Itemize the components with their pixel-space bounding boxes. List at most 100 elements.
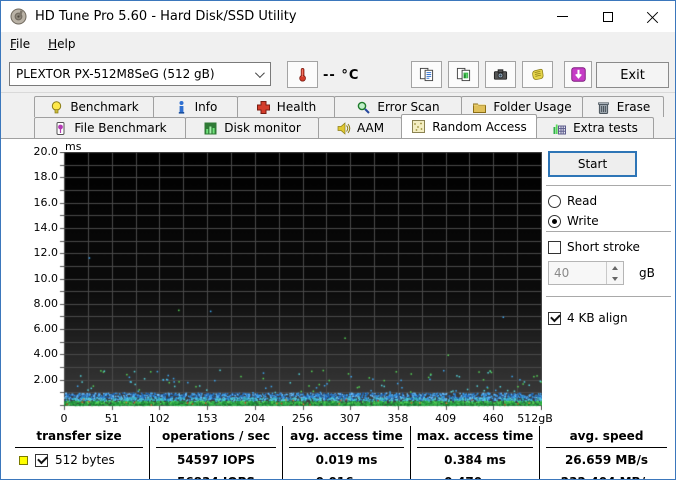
- short-stroke-size-spinner[interactable]: [548, 261, 624, 285]
- spinner-down-button[interactable]: [607, 273, 623, 284]
- tab-random-access[interactable]: Random Access: [401, 114, 537, 138]
- y-tick-label: 20.0: [24, 145, 58, 158]
- short-stroke-size-input[interactable]: [549, 262, 606, 284]
- menu-bar: File Help: [1, 32, 675, 56]
- header-underline: [546, 447, 667, 448]
- y-tick-label: 10.0: [24, 272, 58, 285]
- header-avg-speed: avg. speed: [540, 429, 673, 443]
- thermometer-icon: [295, 67, 310, 82]
- bar-chart-icon: [203, 121, 218, 136]
- tab-benchmark[interactable]: Benchmark: [34, 96, 154, 117]
- close-button[interactable]: [630, 1, 675, 32]
- random-access-panel: ms 20.018.016.014.012.010.08.006.004.002…: [1, 138, 676, 480]
- start-button[interactable]: Start: [548, 151, 637, 177]
- window-title: HD Tune Pro 5.60 - Hard Disk/SSD Utility: [35, 9, 297, 24]
- app-window: HD Tune Pro 5.60 - Hard Disk/SSD Utility…: [0, 0, 676, 480]
- test-controls-panel: Start Read Write Short stroke: [541, 139, 676, 439]
- arrow-up-icon: [612, 266, 618, 270]
- transfer-size-label: 512 bytes: [55, 453, 115, 467]
- short-stroke-option[interactable]: Short stroke: [548, 240, 640, 254]
- menu-help[interactable]: Help: [39, 34, 84, 54]
- write-radio[interactable]: [548, 215, 561, 228]
- header-avg-access: avg. access time: [283, 429, 410, 443]
- x-tick-label: 256: [280, 412, 326, 425]
- header-max-access: max. access time: [411, 429, 539, 443]
- menu-file[interactable]: File: [1, 34, 39, 54]
- max-access-value-row2: 0.470 ms: [411, 475, 539, 480]
- download-arrow-icon: [571, 67, 586, 82]
- tab-label: Extra tests: [573, 121, 638, 135]
- options-button[interactable]: [522, 61, 553, 88]
- title-bar: HD Tune Pro 5.60 - Hard Disk/SSD Utility: [1, 1, 675, 32]
- y-tick-label: 8.00: [24, 297, 58, 310]
- hand-pages-icon: [530, 67, 545, 82]
- toolbar: PLEXTOR PX-512M8SeG (512 gB) -- °C: [1, 56, 675, 93]
- results-table: transfer size 512 bytes operations / sec…: [1, 426, 676, 480]
- x-tick-label: 153: [184, 412, 230, 425]
- magnifier-icon: [356, 100, 371, 115]
- separator: [546, 185, 671, 186]
- x-tick-label: 358: [375, 412, 421, 425]
- copy-image-button[interactable]: [448, 61, 479, 88]
- camera-icon: [493, 67, 508, 82]
- x-tick-label: 409: [423, 412, 469, 425]
- header-operations: operations / sec: [150, 429, 282, 443]
- x-tick-label: 102: [136, 412, 182, 425]
- read-radio[interactable]: [548, 195, 561, 208]
- hdtune-app-icon: [10, 8, 27, 25]
- avg-access-value: 0.019 ms: [283, 453, 410, 467]
- temperature-readout: -- °C: [323, 68, 359, 83]
- align-label: 4 KB align: [567, 311, 628, 325]
- spinner-up-button[interactable]: [607, 262, 623, 273]
- separator: [546, 231, 671, 232]
- update-download-button[interactable]: [564, 61, 592, 88]
- tab-disk-monitor[interactable]: Disk monitor: [185, 117, 319, 138]
- separator: [546, 296, 671, 297]
- lightbulb-icon: [49, 100, 64, 115]
- tab-health[interactable]: Health: [237, 96, 335, 117]
- short-stroke-label: Short stroke: [567, 240, 640, 254]
- write-radio-option[interactable]: Write: [548, 214, 599, 228]
- copy-text-icon: [419, 67, 434, 82]
- read-radio-option[interactable]: Read: [548, 194, 597, 208]
- drive-selector-dropdown[interactable]: PLEXTOR PX-512M8SeG (512 gB): [9, 62, 271, 86]
- tab-label: Health: [277, 100, 316, 114]
- avg-speed-value-row2: 232.404 MB/s: [540, 475, 673, 480]
- info-icon: [174, 100, 189, 115]
- tab-erase[interactable]: Erase: [582, 96, 664, 117]
- maximize-button[interactable]: [585, 1, 630, 32]
- tab-file-benchmark[interactable]: File Benchmark: [34, 117, 186, 138]
- align-option[interactable]: 4 KB align: [548, 311, 628, 325]
- y-tick-label: 6.00: [24, 322, 58, 335]
- short-stroke-unit-label: gB: [639, 266, 655, 280]
- drive-selector-value: PLEXTOR PX-512M8SeG (512 gB): [16, 67, 215, 81]
- tab-extra-tests[interactable]: Extra tests: [536, 117, 654, 138]
- align-checkbox[interactable]: [548, 312, 561, 325]
- close-icon: [647, 11, 659, 23]
- copy-text-button[interactable]: [411, 61, 442, 88]
- transfer-size-checkbox[interactable]: [35, 454, 48, 467]
- minimize-button[interactable]: [540, 1, 585, 32]
- speaker-icon: [336, 121, 351, 136]
- temperature-button[interactable]: [287, 61, 318, 88]
- y-tick-label: 16.0: [24, 196, 58, 209]
- file-benchmark-icon: [53, 121, 68, 136]
- tab-info[interactable]: Info: [153, 96, 238, 117]
- read-label: Read: [567, 194, 597, 208]
- tab-label: Random Access: [432, 120, 527, 134]
- tab-label: Disk monitor: [224, 121, 301, 135]
- tab-aam[interactable]: AAM: [318, 117, 402, 138]
- arrow-down-icon: [612, 277, 618, 281]
- copy-image-icon: [456, 67, 471, 82]
- tab-label: Info: [195, 100, 218, 114]
- short-stroke-checkbox[interactable]: [548, 241, 561, 254]
- screenshot-button[interactable]: [485, 61, 516, 88]
- scatter-icon: [411, 119, 426, 134]
- y-tick-label: 18.0: [24, 170, 58, 183]
- exit-button[interactable]: Exit: [596, 62, 669, 88]
- extra-tests-icon: [552, 121, 567, 136]
- series-color-swatch: [19, 456, 28, 465]
- tab-label: AAM: [357, 121, 384, 135]
- transfer-size-cell: 512 bytes: [19, 453, 115, 467]
- x-tick-label: 51: [89, 412, 135, 425]
